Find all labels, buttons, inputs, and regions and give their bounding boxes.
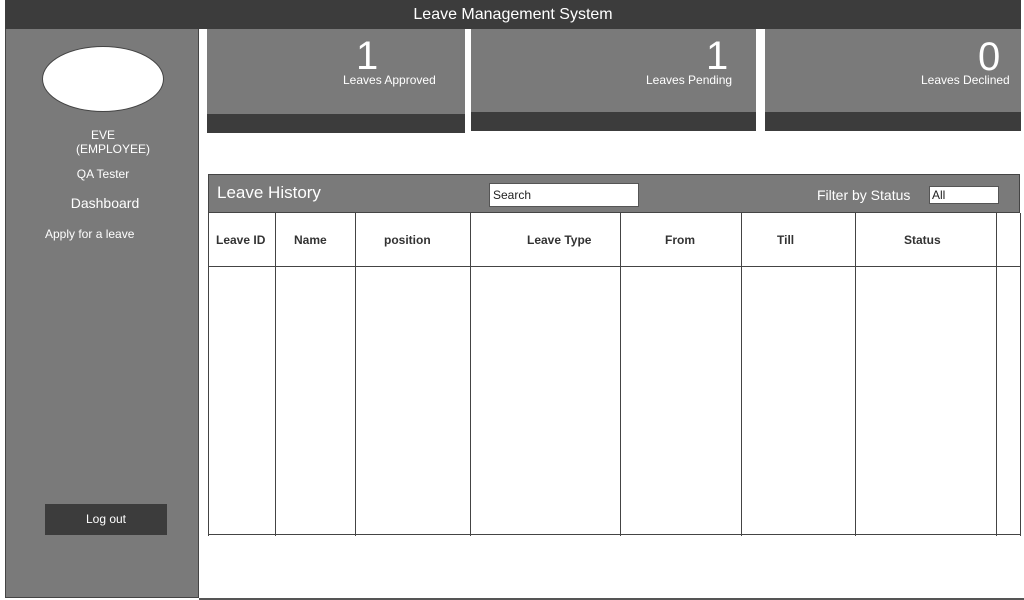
declined-card-footer xyxy=(765,112,1021,131)
table-bottom-border xyxy=(209,534,1020,535)
column-header-from[interactable]: From xyxy=(665,233,695,247)
header-divider xyxy=(209,266,1020,267)
column-header-status[interactable]: Status xyxy=(904,233,941,247)
avatar xyxy=(42,46,164,112)
nav-apply-leave[interactable]: Apply for a leave xyxy=(45,227,134,241)
column-divider xyxy=(741,213,742,536)
sidebar: EVE (EMPLOYEE) QA Tester Dashboard Apply… xyxy=(5,29,199,598)
leave-history-title: Leave History xyxy=(217,183,321,202)
approved-card: 1 Leaves Approved xyxy=(207,29,465,133)
pending-card-footer xyxy=(471,112,756,131)
filter-label: Filter by Status xyxy=(817,187,911,203)
search-input[interactable]: Search xyxy=(489,183,639,207)
approved-label: Leaves Approved xyxy=(343,73,436,87)
column-header-till[interactable]: Till xyxy=(777,233,794,247)
status-filter-select[interactable]: All xyxy=(929,186,999,204)
column-divider xyxy=(275,213,276,536)
declined-label: Leaves Declined xyxy=(921,73,1010,87)
approved-count: 1 xyxy=(356,34,379,78)
column-divider xyxy=(620,213,621,536)
column-header-leave-id[interactable]: Leave ID xyxy=(216,233,265,247)
leave-history-header: Leave History Search Filter by Status Al… xyxy=(208,174,1020,213)
declined-card: 0 Leaves Declined xyxy=(765,29,1021,131)
column-divider xyxy=(470,213,471,536)
pending-count: 1 xyxy=(706,34,729,78)
user-name: EVE xyxy=(90,128,115,142)
logout-button[interactable]: Log out xyxy=(45,504,167,535)
column-divider xyxy=(355,213,356,536)
column-header-position[interactable]: position xyxy=(384,233,431,247)
column-header-leave-type[interactable]: Leave Type xyxy=(527,233,591,247)
approved-card-footer xyxy=(207,114,465,133)
leave-history-table: Leave ID Name position Leave Type From T… xyxy=(208,213,1020,536)
user-role: (EMPLOYEE) xyxy=(76,142,151,156)
column-divider xyxy=(996,213,997,536)
pending-card: 1 Leaves Pending xyxy=(471,29,756,131)
user-position: QA Tester xyxy=(76,167,130,181)
table-right-border xyxy=(1020,213,1021,536)
column-divider xyxy=(855,213,856,536)
declined-count: 0 xyxy=(978,35,1001,79)
pending-label: Leaves Pending xyxy=(646,73,733,87)
nav-dashboard[interactable]: Dashboard xyxy=(6,195,204,211)
app-title: Leave Management System xyxy=(5,0,1021,29)
column-header-name[interactable]: Name xyxy=(294,233,327,247)
